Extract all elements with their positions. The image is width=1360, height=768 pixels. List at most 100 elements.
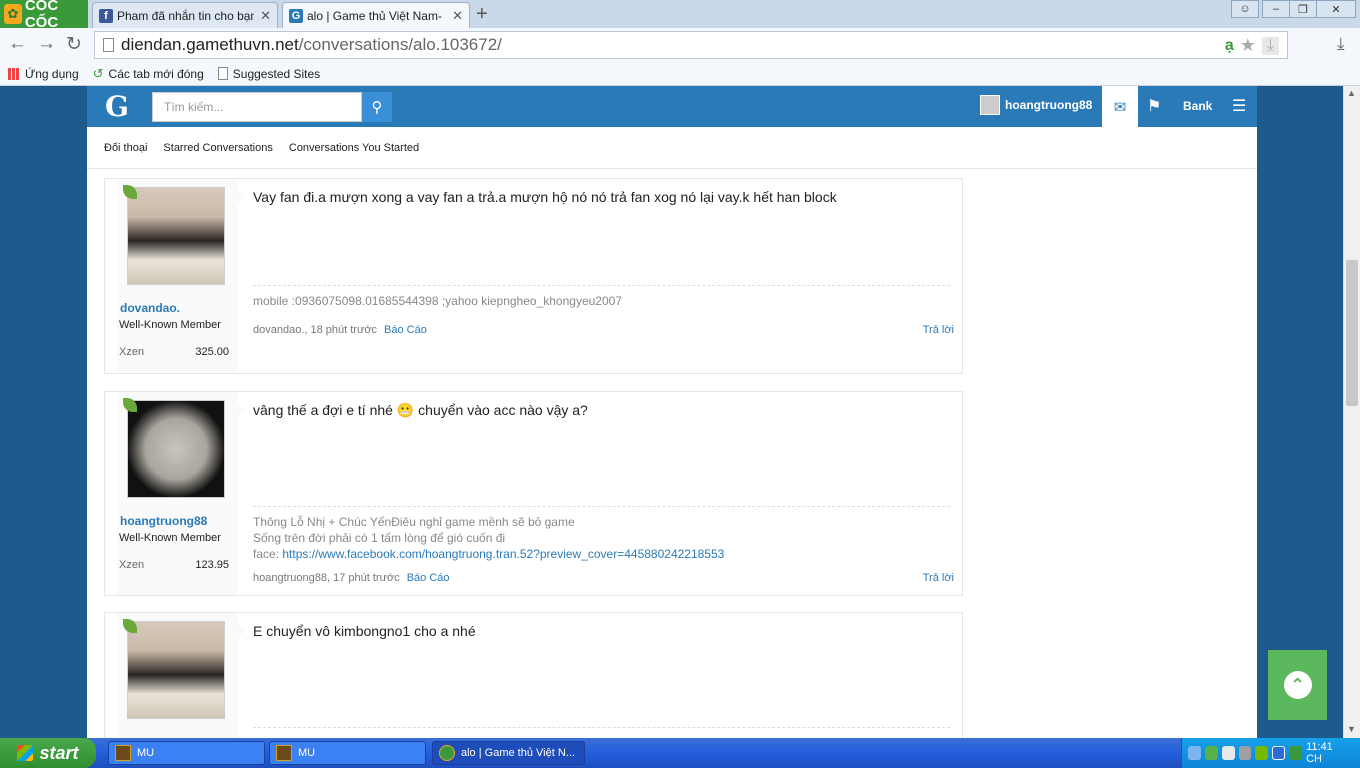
taskbar-item-browser[interactable]: alo | Game thủ Việt N... [432, 741, 585, 765]
facebook-link[interactable]: https://www.facebook.com/hoangtruong.tra… [282, 547, 724, 561]
message-author[interactable]: dovandao. [120, 301, 180, 315]
tab-title: Pham đã nhắn tin cho bạn [117, 8, 255, 23]
scroll-thumb[interactable] [1346, 260, 1358, 406]
reply-link[interactable]: Trả lời [923, 572, 954, 584]
user-title: Well-Known Member [119, 319, 221, 331]
minimize-icon[interactable]: – [1262, 0, 1290, 18]
message-signature [253, 727, 950, 735]
alerts-flag-icon[interactable]: ⚑ [1147, 96, 1161, 116]
subnav-starred[interactable]: Starred Conversations [163, 142, 272, 154]
mu-game-icon [276, 745, 292, 761]
tab-facebook[interactable]: f Pham đã nhắn tin cho bạn ✕ [92, 2, 278, 28]
search-button[interactable]: ⚲ [362, 92, 392, 122]
message-signature: Thông Lỗ Nhị + Chúc YếnĐiêu nghỉ game mề… [253, 506, 950, 562]
new-tab-plus-icon[interactable]: + [476, 3, 488, 26]
vertical-scrollbar[interactable]: ▲ ▼ [1343, 86, 1360, 738]
hamburger-menu-icon[interactable]: ☰ [1232, 96, 1246, 116]
message-body: Vay fan đi.a mượn xong a vay fan a trả.a… [253, 189, 837, 205]
back-arrow-icon[interactable]: ← [8, 33, 27, 55]
conversation-subnav: Đối thoại Starred Conversations Conversa… [87, 127, 1257, 169]
download-icon[interactable]: ⤓ [1261, 36, 1279, 55]
tray-app-icon[interactable] [1204, 746, 1218, 760]
start-button[interactable]: start [0, 738, 96, 768]
apps-grid-icon [8, 67, 20, 80]
forward-arrow-icon[interactable]: → [37, 33, 56, 55]
avatar[interactable] [127, 621, 225, 719]
username: hoangtruong88 [1005, 98, 1093, 112]
nvidia-icon[interactable] [1255, 746, 1269, 760]
avatar[interactable] [127, 187, 225, 285]
message-user-info: dovandao. Well-Known Member Xzen 325.00 [117, 179, 237, 373]
bookmarks-bar: Ứng dụng ↺ Các tab mới đóng Suggested Si… [0, 62, 1360, 86]
message-meta: dovandao., 18 phút trước Báo Cáo [253, 324, 427, 336]
reload-icon[interactable]: ↻ [66, 33, 82, 56]
message-author-time[interactable]: hoangtruong88, 17 phút trước [253, 572, 400, 584]
bookmark-star-icon[interactable]: ★ [1240, 35, 1256, 56]
avatar [980, 95, 1000, 115]
bookmark-suggested-sites[interactable]: Suggested Sites [217, 66, 321, 81]
site-logo[interactable]: G [105, 90, 129, 123]
inbox-button[interactable]: ✉ [1102, 86, 1138, 127]
search-input[interactable]: Tìm kiếm... [152, 92, 362, 122]
task-label: MU [137, 747, 155, 759]
message-body: E chuyển vô kimbongno1 cho a nhé [253, 623, 476, 639]
close-icon[interactable]: ✕ [260, 8, 271, 24]
language-icon[interactable] [1272, 746, 1286, 760]
message-arrow [237, 189, 245, 205]
subnav-conversations[interactable]: Đối thoại [104, 142, 147, 154]
page-icon [103, 38, 114, 52]
message-arrow [237, 623, 245, 639]
conversation-message: E chuyển vô kimbongno1 cho a nhé [104, 612, 963, 738]
bookmark-label: Suggested Sites [232, 66, 321, 81]
signature-line: face: https://www.facebook.com/hoangtruo… [253, 546, 950, 562]
coccoc-menu-button[interactable]: ✿ CỐC CỐC [0, 0, 88, 31]
scroll-up-arrow-icon[interactable]: ▲ [1347, 88, 1356, 98]
window-close-icon[interactable]: ✕ [1316, 0, 1356, 18]
close-icon[interactable]: ✕ [452, 8, 463, 24]
subnav-you-started[interactable]: Conversations You Started [289, 142, 419, 154]
tray-app-icon[interactable] [1221, 746, 1235, 760]
report-link[interactable]: Báo Cáo [384, 324, 427, 336]
scroll-down-arrow-icon[interactable]: ▼ [1347, 724, 1356, 734]
report-link[interactable]: Báo Cáo [407, 572, 450, 584]
address-bar[interactable]: diendan.gamethuvn.net/conversations/alo.… [94, 31, 1288, 59]
browser-tab-strip: ✿ CỐC CỐC f Pham đã nhắn tin cho bạn ✕ G… [0, 0, 1360, 31]
downloads-icon[interactable]: ⤓ [1337, 34, 1345, 54]
profile-icon[interactable]: ☺ [1231, 0, 1259, 18]
user-menu[interactable]: hoangtruong88 [980, 95, 1092, 115]
conversation-message: hoangtruong88 Well-Known Member Xzen 123… [104, 391, 963, 596]
reply-link[interactable]: Trả lời [923, 324, 954, 336]
search-icon: ⚲ [371, 99, 383, 116]
bookmark-recent-tabs[interactable]: ↺ Các tab mới đóng [93, 66, 204, 82]
restore-icon[interactable]: ❐ [1289, 0, 1317, 18]
site-header: G Tìm kiếm... ⚲ hoangtruong88 ✉ ⚑ Bank ☰ [87, 86, 1257, 127]
task-label: alo | Game thủ Việt N... [461, 747, 575, 759]
bookmark-label: Các tab mới đóng [108, 66, 204, 81]
message-meta: hoangtruong88, 17 phút trước Báo Cáo [253, 572, 450, 584]
xzen-label: Xzen [119, 346, 145, 358]
network-icon[interactable] [1188, 746, 1201, 760]
message-user-info: hoangtruong88 Well-Known Member Xzen 123… [117, 392, 237, 595]
bookmark-apps[interactable]: Ứng dụng [8, 67, 79, 81]
back-to-top-button[interactable]: ⌃ [1268, 650, 1327, 720]
coccoc-tray-icon[interactable] [1289, 746, 1303, 760]
volume-icon[interactable] [1238, 746, 1252, 760]
vietnamese-input-icon[interactable]: ạ [1225, 37, 1234, 55]
message-user-info [117, 613, 237, 738]
message-body: vâng thế a đợi e tí nhé 😬 chuyển vào acc… [253, 402, 588, 418]
message-arrow [237, 402, 245, 418]
facebook-favicon-icon: f [99, 8, 113, 23]
windows-logo-icon [17, 745, 34, 761]
tab-gamethuvn[interactable]: G alo | Game thủ Việt Nam- MU ✕ [282, 2, 470, 28]
user-title: Well-Known Member [119, 532, 221, 544]
avatar[interactable] [127, 400, 225, 498]
taskbar-item-mu[interactable]: MU [108, 741, 265, 765]
message-author[interactable]: hoangtruong88 [120, 514, 207, 528]
bank-link[interactable]: Bank [1183, 99, 1212, 113]
chevron-up-icon: ⌃ [1283, 671, 1312, 699]
xzen-label: Xzen [119, 559, 145, 571]
message-author-time[interactable]: dovandao., 18 phút trước [253, 324, 377, 336]
taskbar-item-mu[interactable]: MU [269, 741, 426, 765]
message-signature: mobile :0936075098.01685544398 ;yahoo ki… [253, 285, 950, 309]
clock[interactable]: 11:41 CH [1306, 741, 1348, 765]
